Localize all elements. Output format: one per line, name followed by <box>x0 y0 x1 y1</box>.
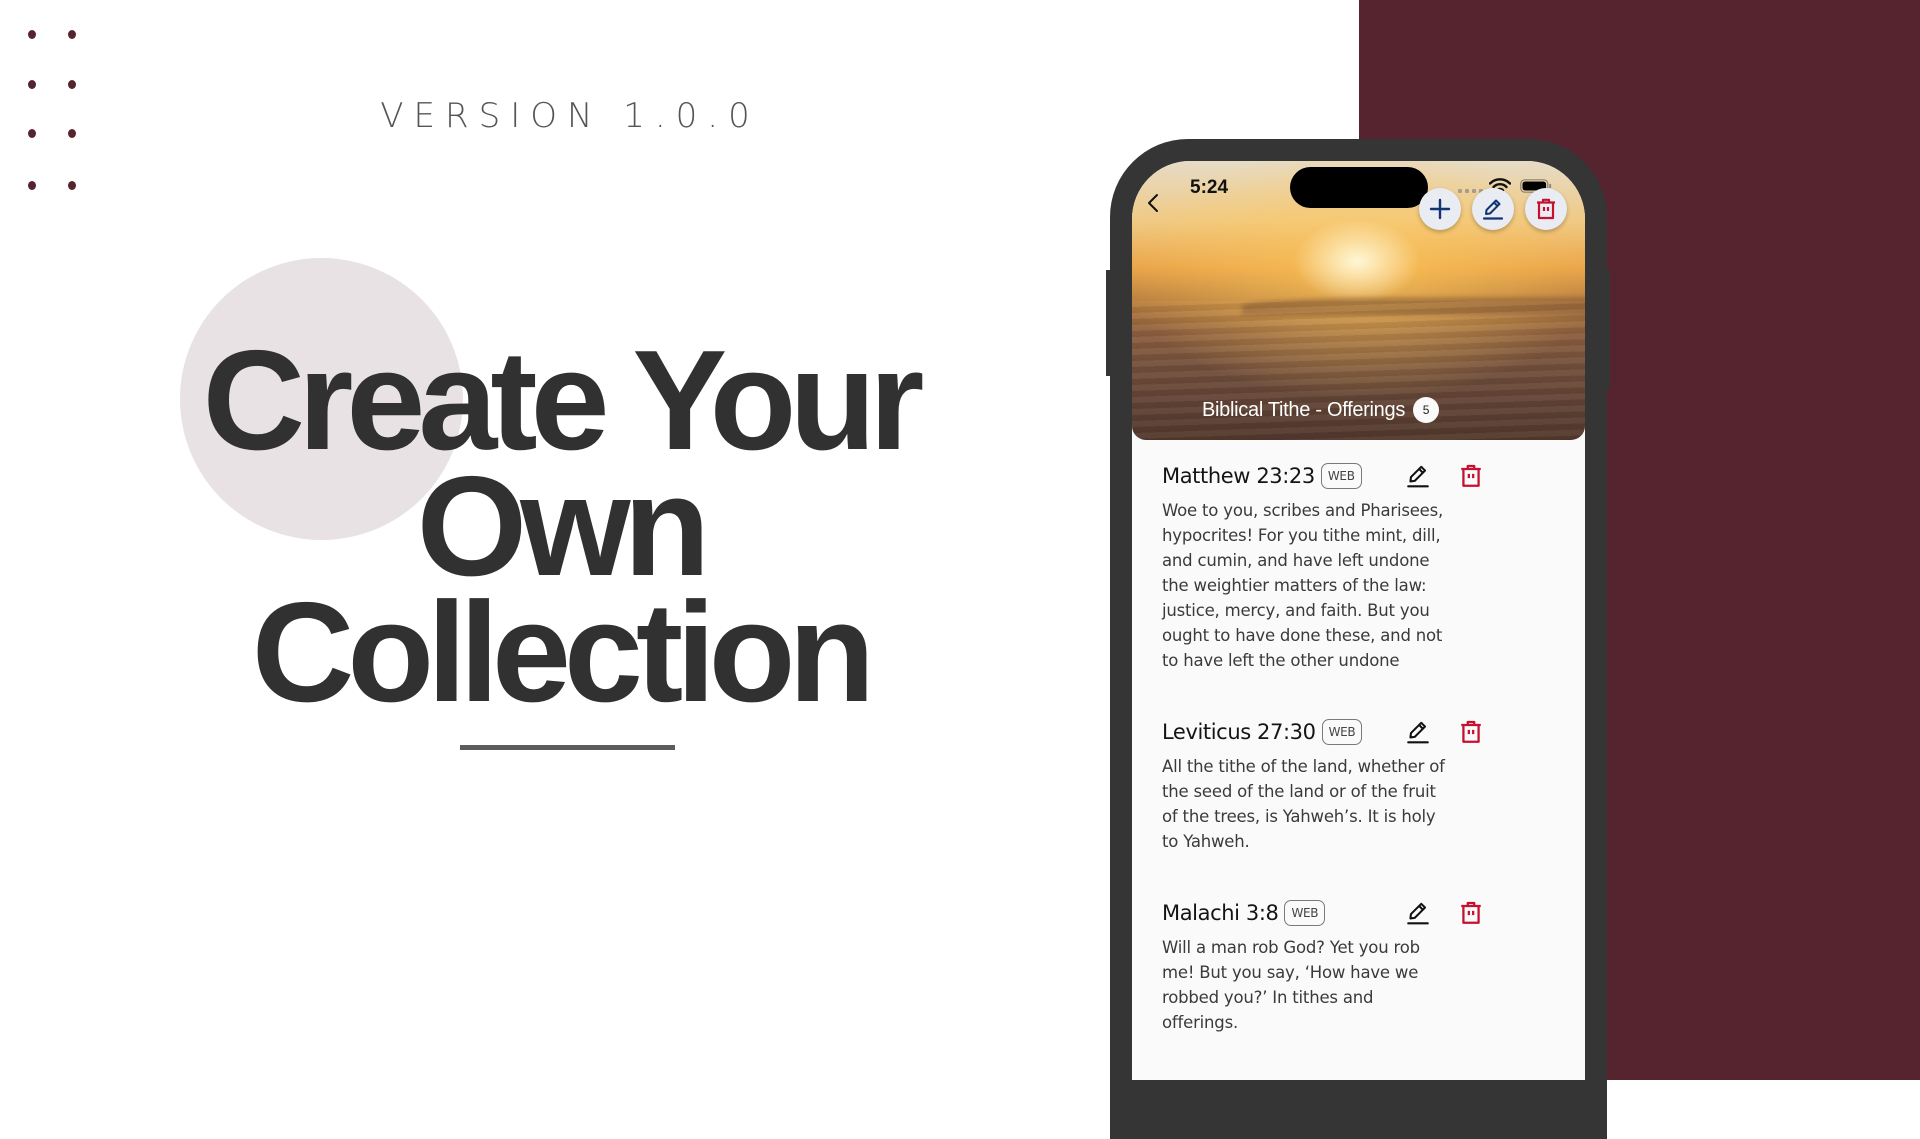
collection-name: Biblical Tithe - Offerings <box>1202 398 1406 421</box>
delete-verse-icon[interactable] <box>1458 463 1484 489</box>
translation-badge: WEB <box>1320 463 1362 489</box>
collection-header-image: 5:24 Biblical Tithe - Offerings 5 <box>1132 161 1585 440</box>
headline: Create Your Own Collection <box>120 321 1000 732</box>
verse-reference: Malachi 3:8 <box>1162 901 1279 925</box>
edit-verse-icon[interactable] <box>1405 719 1431 745</box>
plus-icon <box>1429 198 1451 220</box>
verse-reference: Leviticus 27:30 <box>1162 720 1316 744</box>
dot <box>28 181 36 190</box>
translation-badge: WEB <box>1284 900 1326 926</box>
verse-text: All the tithe of the land, whether of th… <box>1162 757 1445 851</box>
headline-line: Collection <box>251 573 875 732</box>
verse-text: Woe to you, scribes and Pharisees, hypoc… <box>1162 501 1444 670</box>
translation-badge: WEB <box>1321 719 1363 745</box>
add-verse-button[interactable] <box>1419 188 1461 230</box>
delete-verse-icon[interactable] <box>1458 900 1484 926</box>
delete-verse-icon[interactable] <box>1458 719 1484 745</box>
verse-reference: Matthew 23:23 <box>1162 464 1315 488</box>
phone-screen: 5:24 Biblical Tithe - Offerings 5 Matthe… <box>1132 161 1585 1080</box>
verse-item[interactable]: Malachi 3:8 WEB Will a man rob God? Yet … <box>1162 896 1562 1035</box>
trash-icon <box>1537 198 1555 220</box>
verse-item[interactable]: Matthew 23:23 WEB Woe to you, scribes an… <box>1162 459 1562 673</box>
edit-collection-button[interactable] <box>1472 188 1514 230</box>
dot <box>28 129 36 138</box>
dot <box>68 129 76 138</box>
dot <box>28 30 36 39</box>
pencil-icon <box>1482 199 1504 220</box>
delete-collection-button[interactable] <box>1525 188 1567 230</box>
collection-title: Biblical Tithe - Offerings 5 <box>1202 397 1440 423</box>
version-label: VERSION 1.0.0 <box>380 96 760 136</box>
edit-verse-icon[interactable] <box>1405 900 1431 926</box>
verse-text: Will a man rob God? Yet you rob me! But … <box>1162 938 1420 1032</box>
verse-count-badge: 5 <box>1413 397 1440 423</box>
dot <box>68 30 76 39</box>
verse-list: Matthew 23:23 WEB Woe to you, scribes an… <box>1162 459 1562 1077</box>
decorative-dot-grid <box>28 30 98 200</box>
headline-line: Create Your <box>202 321 925 480</box>
status-time: 5:24 <box>1190 177 1229 198</box>
headline-underline <box>460 745 675 750</box>
edit-verse-icon[interactable] <box>1405 463 1431 489</box>
dot <box>28 80 36 89</box>
dot <box>68 80 76 89</box>
dot <box>68 181 76 190</box>
verse-item[interactable]: Leviticus 27:30 WEB All the tithe of the… <box>1162 715 1562 854</box>
chevron-left-icon[interactable] <box>1142 191 1166 215</box>
dynamic-island <box>1290 167 1428 208</box>
headline-line: Own <box>416 447 711 606</box>
